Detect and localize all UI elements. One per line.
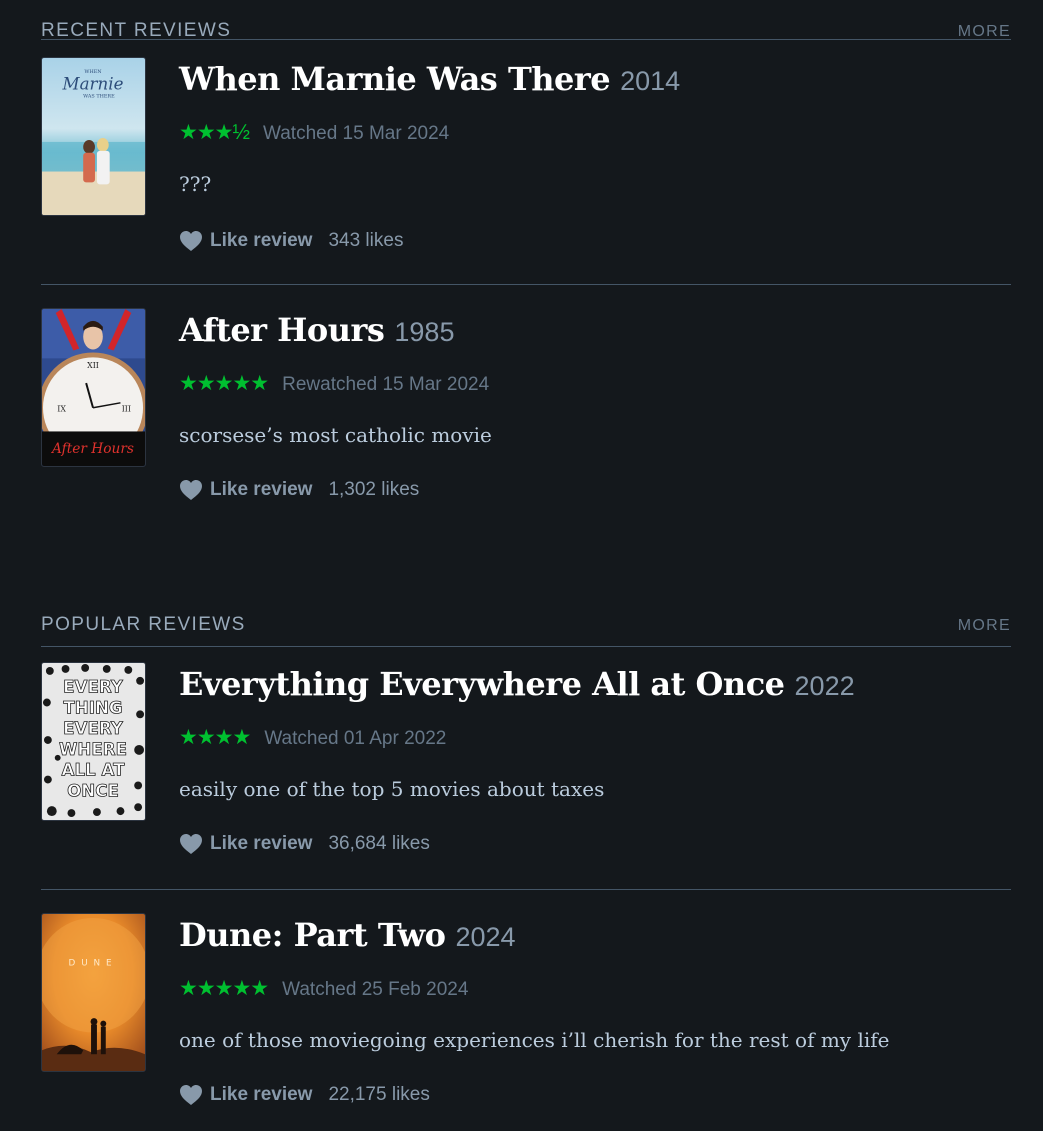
svg-text:Marnie: Marnie [62,74,124,94]
heart-icon[interactable] [179,230,203,252]
more-link[interactable]: MORE [958,23,1011,41]
film-heading: After Hours 1985 [179,311,454,349]
like-line: Like review 1,302 likes [179,479,419,501]
svg-text:ALL AT: ALL AT [62,760,125,780]
like-review-button[interactable]: Like review [210,1084,312,1106]
popular-reviews-section: POPULAR REVIEWS MORE EVERY THING EVERY W… [41,603,1011,1130]
review-text[interactable]: one of those moviegoing experiences i’ll… [179,1028,890,1052]
star-rating: ★★★★ [179,726,251,749]
svg-text:ONCE: ONCE [67,780,119,800]
svg-text:XII: XII [87,361,99,370]
poster-image: DUNE [42,914,145,1071]
svg-text:DUNE: DUNE [69,958,118,968]
film-year[interactable]: 2014 [620,66,680,96]
svg-text:EVERY: EVERY [63,718,124,738]
likes-count[interactable]: 22,175 likes [328,1084,429,1106]
film-title[interactable]: Dune: Part Two [179,916,446,954]
likes-count[interactable]: 1,302 likes [328,479,419,501]
like-review-button[interactable]: Like review [210,230,312,252]
review-text[interactable]: scorsese’s most catholic movie [179,423,492,447]
rating-line: ★★★½ Watched 15 Mar 2024 [179,120,449,145]
svg-text:THING: THING [63,697,122,717]
film-heading: When Marnie Was There 2014 [179,60,680,98]
watched-date[interactable]: Watched 01 Apr 2022 [264,728,446,749]
like-review-button[interactable]: Like review [210,833,312,855]
poster-image: EVERY THING EVERY WHERE ALL AT ONCE [42,663,145,820]
watched-date[interactable]: Watched 25 Feb 2024 [282,979,468,1000]
star-rating: ★★★½ [179,121,250,144]
likes-count[interactable]: 343 likes [328,230,403,252]
film-heading: Dune: Part Two 2024 [179,916,516,954]
film-heading: Everything Everywhere All at Once 2022 [179,665,855,703]
like-line: Like review 36,684 likes [179,833,430,855]
section-title: RECENT REVIEWS [41,20,232,41]
review-text[interactable]: easily one of the top 5 movies about tax… [179,777,604,801]
watched-date[interactable]: Rewatched 15 Mar 2024 [282,374,489,395]
film-poster[interactable]: DUNE [41,913,146,1072]
film-poster[interactable]: XII IX III After Hours [41,308,146,467]
like-review-button[interactable]: Like review [210,479,312,501]
film-title[interactable]: When Marnie Was There [179,60,611,98]
review-item: DUNE Dune: Part Two 2024 ★★★★★ Watched 25 … [41,890,1011,1130]
heart-icon[interactable] [179,479,203,501]
film-year[interactable]: 2022 [795,671,855,701]
rating-line: ★★★★ Watched 01 Apr 2022 [179,725,446,750]
film-poster[interactable]: Marnie WHEN WAS THERE [41,57,146,216]
svg-text:WAS THERE: WAS THERE [83,93,115,99]
recent-reviews-section: RECENT REVIEWS MORE Marnie WHEN WAS THER… [41,9,1011,527]
like-line: Like review 22,175 likes [179,1084,430,1106]
star-rating: ★★★★★ [179,372,269,395]
svg-text:IX: IX [57,405,66,414]
film-poster[interactable]: EVERY THING EVERY WHERE ALL AT ONCE [41,662,146,821]
heart-icon[interactable] [179,1084,203,1106]
rating-line: ★★★★★ Rewatched 15 Mar 2024 [179,371,489,396]
watched-date[interactable]: Watched 15 Mar 2024 [263,123,449,144]
poster-title-lines: EVERY THING EVERY WHERE ALL AT ONCE [59,676,128,801]
rating-line: ★★★★★ Watched 25 Feb 2024 [179,976,468,1001]
poster-image: XII IX III After Hours [42,309,145,466]
svg-text:III: III [122,405,131,414]
film-title[interactable]: Everything Everywhere All at Once [179,665,785,703]
heart-icon[interactable] [179,833,203,855]
svg-text:After Hours: After Hours [50,441,134,457]
review-text[interactable]: ??? [179,172,211,196]
film-title[interactable]: After Hours [179,311,385,349]
svg-text:WHEN: WHEN [84,69,102,75]
like-line: Like review 343 likes [179,230,403,252]
review-item: XII IX III After Hours After Hours 1985 ★… [41,285,1011,527]
review-item: Marnie WHEN WAS THERE When Marnie Was Th… [41,40,1011,285]
svg-text:EVERY: EVERY [63,677,124,697]
poster-image: Marnie WHEN WAS THERE [42,58,145,215]
star-rating: ★★★★★ [179,977,269,1000]
more-link[interactable]: MORE [958,617,1011,635]
recent-reviews-header: RECENT REVIEWS MORE [41,9,1011,41]
likes-count[interactable]: 36,684 likes [328,833,429,855]
section-title: POPULAR REVIEWS [41,614,246,635]
film-year[interactable]: 1985 [394,317,454,347]
review-item: EVERY THING EVERY WHERE ALL AT ONCE Ever… [41,647,1011,890]
film-year[interactable]: 2024 [456,922,516,952]
popular-reviews-header: POPULAR REVIEWS MORE [41,603,1011,647]
svg-text:WHERE: WHERE [59,739,127,759]
